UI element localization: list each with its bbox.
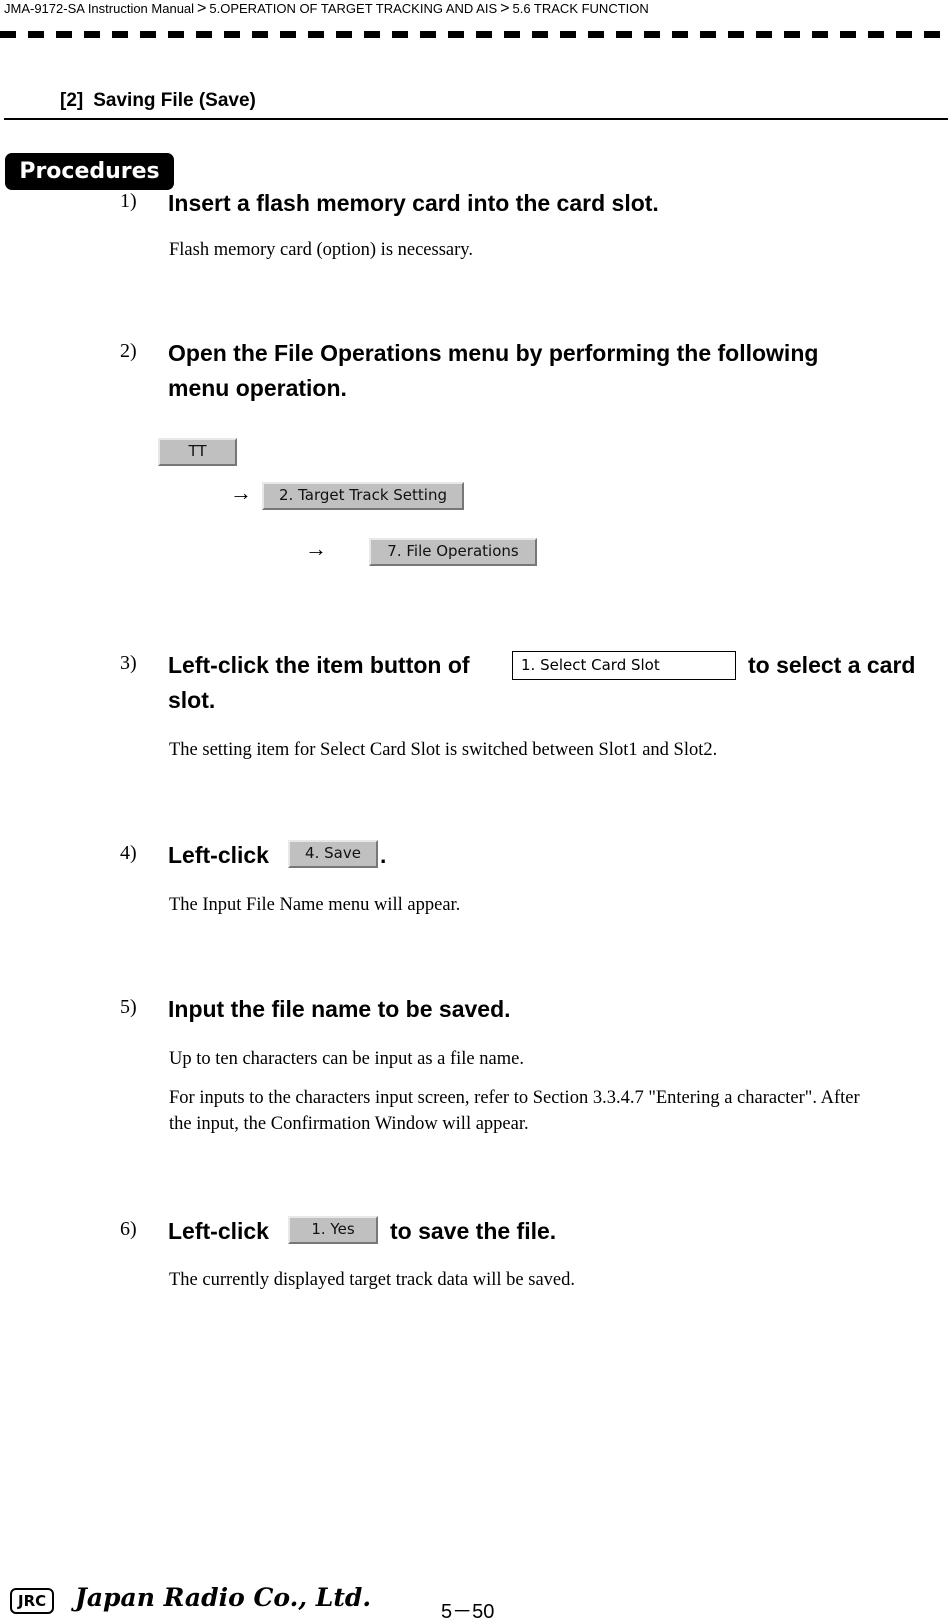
step-body: The setting item for Select Card Slot is… [169, 740, 718, 760]
save-button[interactable]: 4. Save [288, 840, 378, 868]
step-heading-cont: . [380, 842, 387, 868]
step-heading-cont: menu operation. [168, 375, 347, 401]
jrc-logo: JRC [10, 1588, 55, 1614]
yes-button[interactable]: 1. Yes [288, 1216, 378, 1244]
step-number: 1) [120, 190, 137, 212]
step-heading-cont: to save the file. [390, 1218, 557, 1244]
breadcrumb-item: JMA-9172-SA Instruction Manual [4, 1, 195, 16]
arrow-icon: → [305, 536, 327, 561]
step-body: Up to ten characters can be input as a f… [169, 1049, 524, 1069]
step-heading: Open the File Operations menu by perform… [168, 340, 819, 366]
procedures-label: Procedures [5, 153, 174, 190]
step-body: For inputs to the characters input scree… [169, 1088, 860, 1108]
step-body: The currently displayed target track dat… [169, 1270, 575, 1290]
section-title-text: Saving File (Save) [93, 90, 256, 111]
breadcrumb-item: 5.6 TRACK FUNCTION [512, 1, 649, 16]
step-body: The Input File Name menu will appear. [169, 895, 461, 915]
breadcrumb-item: 5.OPERATION OF TARGET TRACKING AND AIS [209, 1, 498, 16]
step-number: 3) [120, 652, 137, 674]
section-rule [4, 118, 948, 120]
section-title: [2] Saving File (Save) [60, 90, 256, 112]
breadcrumb-separator: > [197, 0, 207, 17]
step-body: the input, the Confirmation Window will … [169, 1114, 529, 1134]
arrow-icon: → [230, 480, 252, 505]
step-heading: Input the file name to be saved. [168, 996, 511, 1022]
target-track-setting-button[interactable]: 2. Target Track Setting [262, 482, 464, 510]
step-heading: Left-click [168, 1218, 269, 1244]
step-heading-cont: to select a card [748, 652, 916, 678]
step-heading: Insert a flash memory card into the card… [168, 190, 659, 216]
step-body: Flash memory card (option) is necessary. [169, 240, 473, 260]
header-divider [0, 31, 952, 38]
jrc-logo-text: JRC [10, 1588, 55, 1614]
step-heading: Left-click the item button of [168, 652, 470, 678]
step-number: 5) [120, 996, 137, 1018]
step-heading-cont: slot. [168, 687, 216, 713]
step-number: 6) [120, 1218, 137, 1240]
section-number: [2] [60, 90, 84, 111]
step-number: 4) [120, 842, 137, 864]
tt-button[interactable]: TT [158, 438, 237, 466]
file-operations-button[interactable]: 7. File Operations [369, 538, 537, 566]
step-number: 2) [120, 340, 137, 362]
step-heading: Left-click [168, 842, 269, 868]
breadcrumb-separator: > [500, 0, 510, 17]
company-name: Japan Radio Co., Ltd. [75, 1583, 372, 1612]
select-card-slot-button[interactable]: 1. Select Card Slot [512, 651, 736, 680]
breadcrumb: JMA-9172-SA Instruction Manual >5.OPERATI… [4, 0, 649, 18]
